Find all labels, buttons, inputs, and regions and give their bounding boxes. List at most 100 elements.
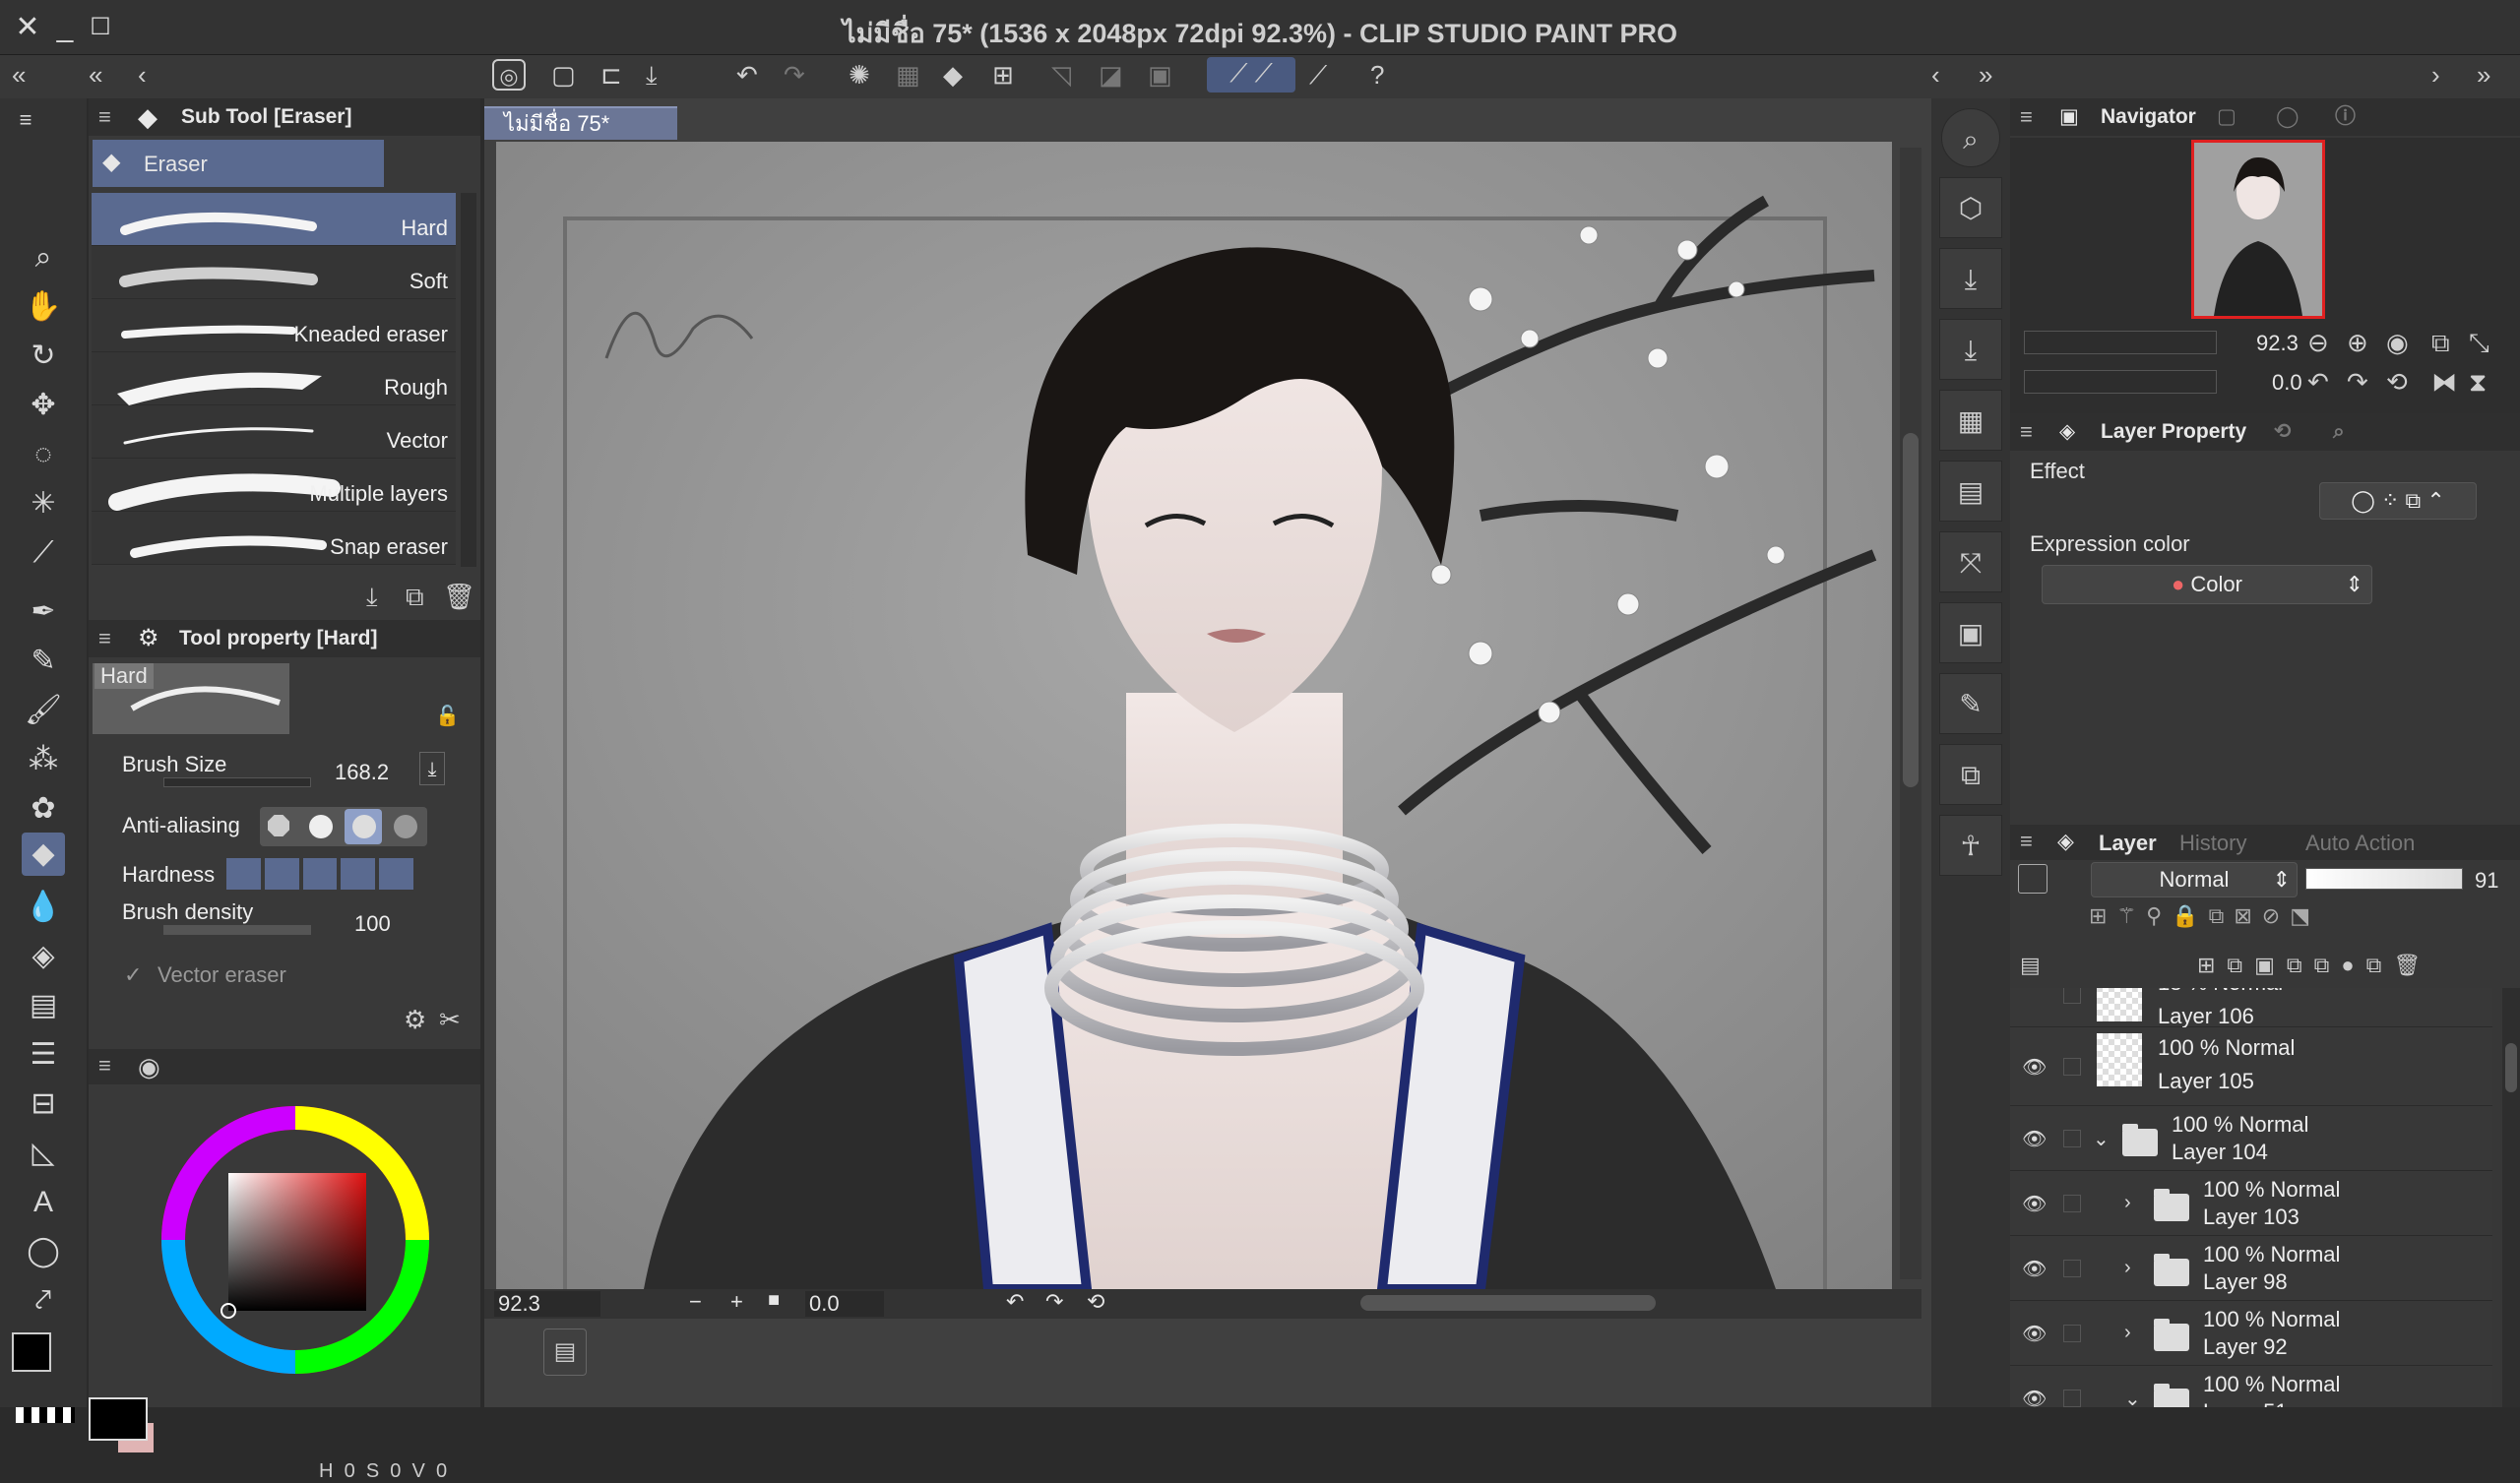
menu-icon[interactable]: ≡ [98, 620, 111, 657]
layer-row[interactable]: 👁 › 100 % Normal Layer 92 [2010, 1301, 2492, 1366]
layer-row[interactable]: 18 % Normal Layer 106 [2010, 988, 2492, 1028]
expression-color-select[interactable]: ● Color ⇕ [2042, 565, 2372, 604]
chevron-down-icon[interactable]: ⌄ [2093, 1127, 2110, 1151]
tool-settings-icon[interactable]: ⚙ [404, 1004, 426, 1035]
rotate-right-icon[interactable]: ↷ [1045, 1289, 1063, 1315]
subtool-scrollbar[interactable] [461, 193, 476, 567]
subtool-item-snap-eraser[interactable]: Snap eraser [92, 512, 456, 565]
menu-icon[interactable]: ≡ [98, 1053, 111, 1079]
navigator-fit-window-icon[interactable]: ⤡ [2469, 327, 2489, 358]
opacity-value[interactable]: 91 [2475, 868, 2498, 894]
snap-ruler-icon[interactable]: ⟋ ⟋ [1207, 57, 1295, 93]
search-icon[interactable]: ⌕ [1941, 108, 2000, 167]
zoom-out-icon[interactable]: − [689, 1289, 702, 1315]
layer-list-icon[interactable]: ▤ [2020, 953, 2041, 978]
import-subtool-icon[interactable]: ⤓ [366, 581, 378, 612]
brush-size-menu-icon[interactable]: ⤓ [419, 752, 445, 785]
ruler-tool-icon[interactable]: ◺ [22, 1132, 65, 1175]
subtool-item-multiple-layers[interactable]: Multiple layers [92, 459, 456, 512]
brush-size-value[interactable]: 168.2 [335, 760, 389, 785]
layer-lock-checkbox[interactable] [2063, 1325, 2081, 1342]
layer-lock-checkbox[interactable] [2063, 988, 2081, 1004]
menu-icon[interactable]: ≡ [4, 98, 47, 142]
decoration-tool-icon[interactable]: ✿ [22, 787, 65, 831]
chevron-right-icon[interactable]: › [2124, 1192, 2131, 1214]
open-file-icon[interactable]: ⊏ [600, 59, 622, 91]
angle-field[interactable]: 0.0 [805, 1291, 884, 1317]
blend-tool-icon[interactable]: 💧 [22, 886, 65, 929]
navigator-reset-rotate-icon[interactable]: ⟲ [2386, 366, 2408, 398]
sub-view-tab-icon[interactable]: ▢ [2217, 98, 2236, 136]
layer-row[interactable]: 👁 100 % Normal Layer 105 [2010, 1027, 2492, 1106]
eye-icon[interactable]: 👁 [2022, 1257, 2051, 1280]
selection-expand-icon[interactable]: ▣ [1148, 59, 1172, 91]
zoom-in-icon[interactable]: + [730, 1289, 743, 1315]
search-layer-tab-icon[interactable]: ◯ [2276, 98, 2300, 136]
layer-lock-checkbox[interactable] [2063, 1260, 2081, 1277]
image-material-icon[interactable]: ▣ [1939, 602, 2002, 663]
navigator-rotate-right-icon[interactable]: ↷ [2347, 366, 2368, 398]
brush-density-slider[interactable] [163, 925, 311, 935]
chevron-right-icon[interactable]: › [2431, 59, 2440, 91]
subtool-item-kneaded-eraser[interactable]: Kneaded eraser [92, 299, 456, 352]
snap-special-ruler-icon[interactable]: ⟋ [1309, 59, 1327, 91]
lasso-tool-icon[interactable]: ◌ [22, 433, 65, 476]
eye-icon[interactable] [2022, 988, 2051, 1003]
subtool-item-hard[interactable]: Hard [92, 193, 456, 246]
edit-material-icon[interactable]: ✎ [1939, 673, 2002, 734]
selection-hide-icon[interactable]: ◹ [1051, 59, 1071, 91]
layer-lock-checkbox[interactable] [2063, 1195, 2081, 1212]
navigator-flip-v-icon[interactable]: ⧗ [2469, 366, 2487, 398]
gradient-tool-icon[interactable]: ▤ [22, 984, 65, 1027]
help-icon[interactable]: ? [1370, 59, 1384, 91]
pencil-tool-icon[interactable]: ✎ [22, 640, 65, 683]
subtool-group-tab[interactable]: ◆ Eraser [93, 140, 384, 187]
correct-line-tool-icon[interactable]: ⤤ [22, 1279, 65, 1323]
navigator-rotate-slider[interactable] [2024, 370, 2217, 394]
eye-icon[interactable]: 👁 [2022, 1192, 2051, 1215]
anti-aliasing-selector[interactable] [260, 807, 427, 846]
canvas-tab[interactable]: ไม่มีชื่อ 75* [484, 106, 677, 140]
transparent-color-swatch[interactable] [16, 1407, 75, 1423]
eraser-tool-icon[interactable]: ◆ [22, 833, 65, 876]
navigator-flip-h-icon[interactable]: ⧓ [2431, 366, 2457, 398]
artwork-canvas[interactable] [496, 142, 1892, 1289]
layer-new-icons[interactable]: ⊞⧉▣⧉⧉●⧉🗑 [2197, 953, 2432, 978]
airbrush-tool-icon[interactable]: ⁂ [22, 738, 65, 781]
subtool-item-rough[interactable]: Rough [92, 352, 456, 405]
save-icon[interactable]: ⤓ [646, 59, 658, 91]
layer-lock-checkbox[interactable] [2063, 1058, 2081, 1076]
redo-icon[interactable]: ↷ [784, 59, 805, 91]
brush-size-slider[interactable] [163, 777, 311, 787]
fill-icon[interactable]: ◆ [943, 59, 963, 91]
fill-tool-icon[interactable]: ◈ [22, 935, 65, 978]
clear-icon[interactable]: ✺ [849, 59, 870, 91]
brush-tool-icon[interactable]: 🖌 [22, 689, 65, 732]
text-tool-icon[interactable]: A [22, 1181, 65, 1224]
chevron-down-icon[interactable]: ⌄ [2124, 1387, 2141, 1407]
collapse-left2-icon[interactable]: « [89, 59, 102, 91]
layer-row[interactable]: 👁 › 100 % Normal Layer 103 [2010, 1171, 2492, 1236]
layer-lock-checkbox[interactable] [2063, 1390, 2081, 1407]
download-material-icon[interactable]: ⤓ [1939, 248, 2002, 309]
pattern-material-icon[interactable]: ▦ [1939, 390, 2002, 451]
eye-icon[interactable]: 👁 [2022, 1055, 2051, 1079]
fit-icon[interactable]: ■ [768, 1289, 780, 1312]
menu-icon[interactable]: ≡ [2020, 829, 2033, 854]
pose-material-icon[interactable]: ☥ [1939, 815, 2002, 876]
navigator-zoom-value[interactable]: 92.3 [2256, 331, 2299, 356]
eyedropper-icon[interactable]: ⟋ [22, 531, 65, 575]
eye-icon[interactable]: 👁 [2022, 1127, 2051, 1150]
clear-selection-icon[interactable]: ▦ [896, 59, 920, 91]
subtool-item-soft[interactable]: Soft [92, 246, 456, 299]
effect-buttons[interactable]: ◯ ⁘ ⧉ ⌃ [2319, 482, 2477, 520]
rotate-left-icon[interactable]: ↶ [1006, 1289, 1024, 1315]
hand-tool-icon[interactable]: ✋ [22, 285, 65, 329]
duplicate-subtool-icon[interactable]: ⧉ [406, 581, 424, 612]
transform-icon[interactable]: ⊞ [992, 59, 1014, 91]
vertical-scrollbar[interactable] [1900, 148, 1922, 1279]
reset-rotation-icon[interactable]: ⟲ [1087, 1289, 1104, 1315]
eye-icon[interactable]: 👁 [2022, 1387, 2051, 1407]
figure-tool-icon[interactable]: ☰ [22, 1033, 65, 1077]
expand-right-icon[interactable]: » [1979, 59, 1992, 91]
